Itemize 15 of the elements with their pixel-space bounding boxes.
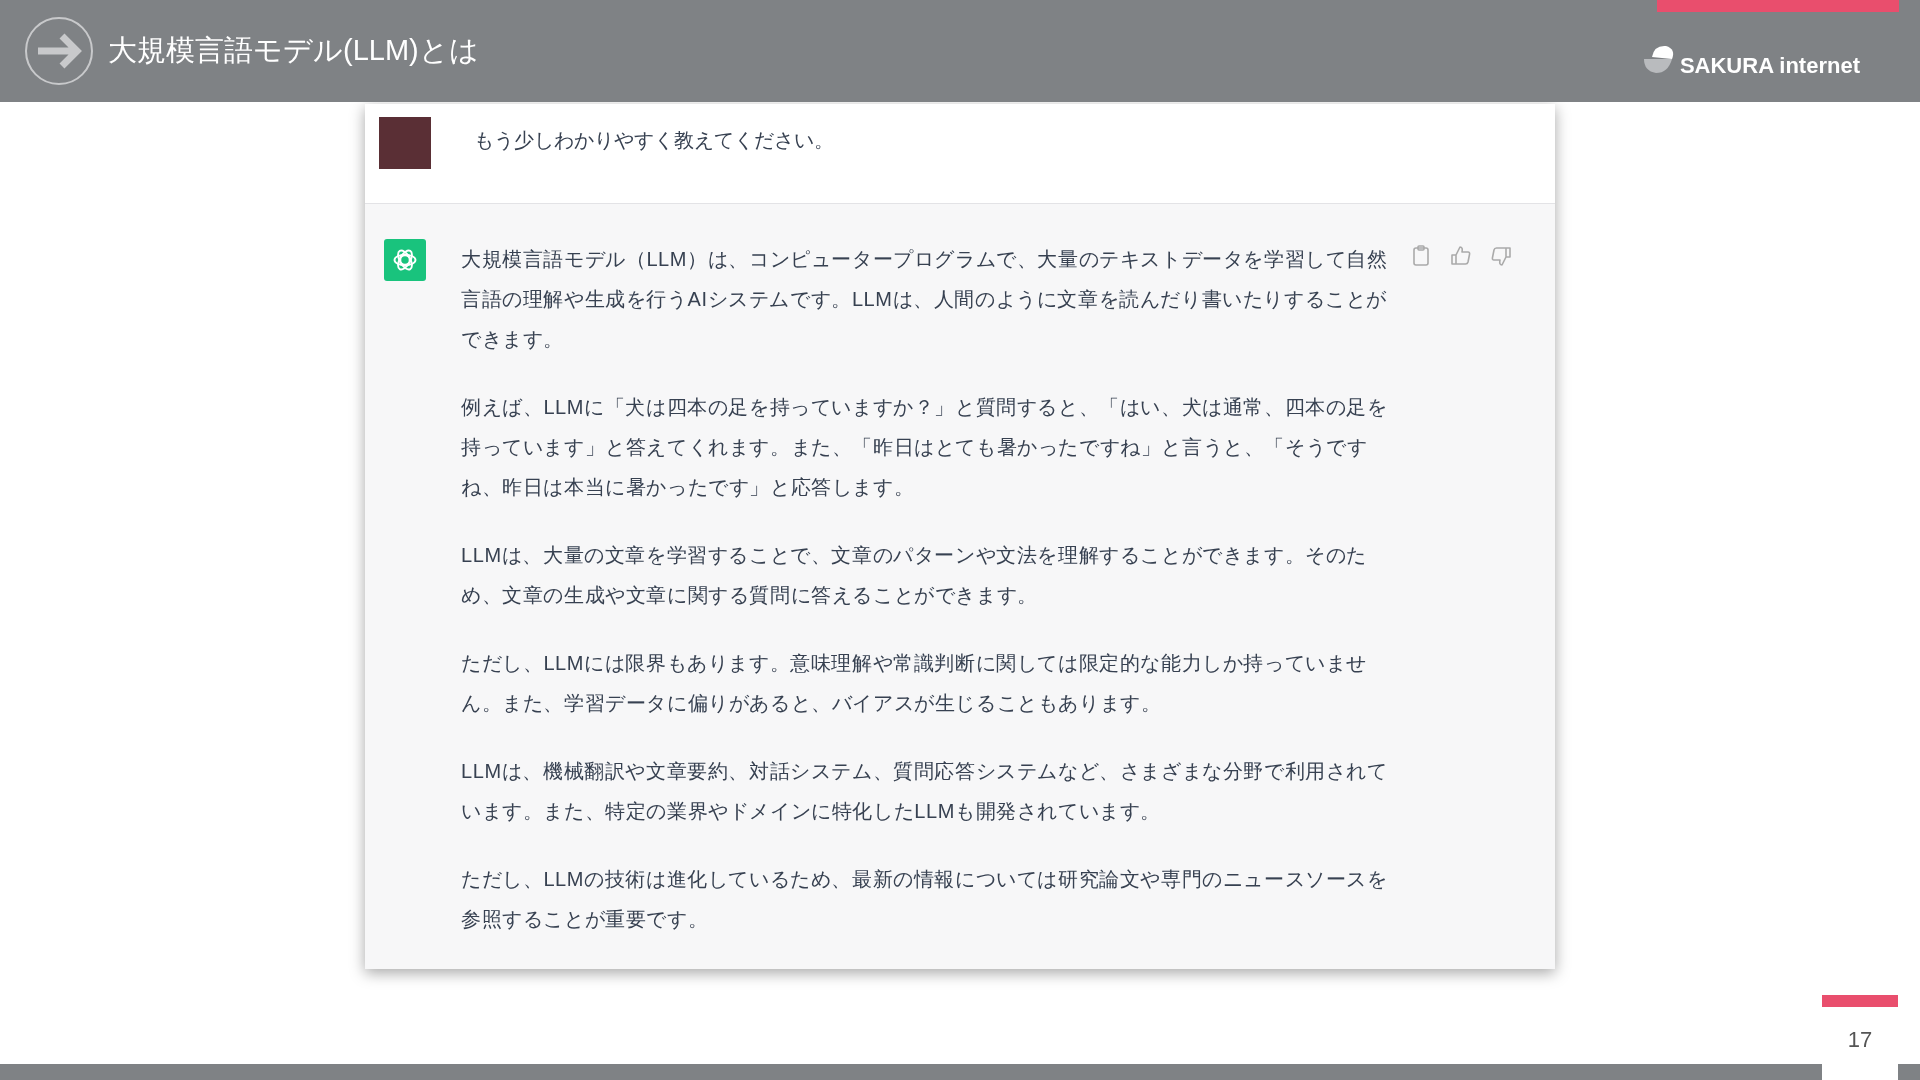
assistant-paragraph: 例えば、LLMに「犬は四本の足を持っていますか？」と質問すると、「はい、犬は通常、四本の足を持っています」と答えてくれます。また、「昨日はとても暑かったですね」と言うと、「そうですね、昨日は本当に暑かったです」と応答します。	[461, 395, 1389, 500]
assistant-paragraph: LLMは、大量の文章を学習することで、文章のパターンや文法を理解することができます。そのため、文章の生成や文章に関する質問に答えることができます。	[461, 543, 1368, 608]
page-number: 17	[1847, 1027, 1873, 1053]
assistant-paragraph: ただし、LLMには限界もあります。意味理解や常識判断に関しては限定的な能力しか持っていません。また、学習データに偏りがあると、バイアスが生じることもあります。	[461, 651, 1368, 716]
assistant-paragraph: 大規模言語モデル（LLM）は、コンピュータープログラムで、大量のテキストデータを学習して自然言語の理解や生成を行うAIシステムです。LLMは、人間のように文章を読んだり書いたりすることができます。	[461, 247, 1389, 352]
thumbs-up-icon[interactable]	[1449, 244, 1473, 268]
assistant-paragraph: LLMは、機械翻訳や文章要約、対話システム、質問応答システムなど、さまざまな分野で利用されています。また、特定の業界やドメインに特化したLLMも開発されています。	[461, 759, 1389, 824]
logo-text: SAKURA internet	[1679, 53, 1860, 79]
assistant-logo-icon	[384, 239, 426, 281]
slide-title: 大規模言語モデル(LLM)とは	[108, 33, 479, 68]
assistant-paragraph: ただし、LLMの技術は進化しているため、最新の情報については研究論文や専門のニュースソースを参照することが重要です。	[461, 867, 1389, 932]
user-message: もう少しわかりやすく教えてください。	[474, 128, 834, 153]
avatar-image	[379, 117, 431, 169]
thumbs-down-icon[interactable]	[1489, 244, 1513, 268]
arrow-circle-icon	[24, 16, 94, 86]
